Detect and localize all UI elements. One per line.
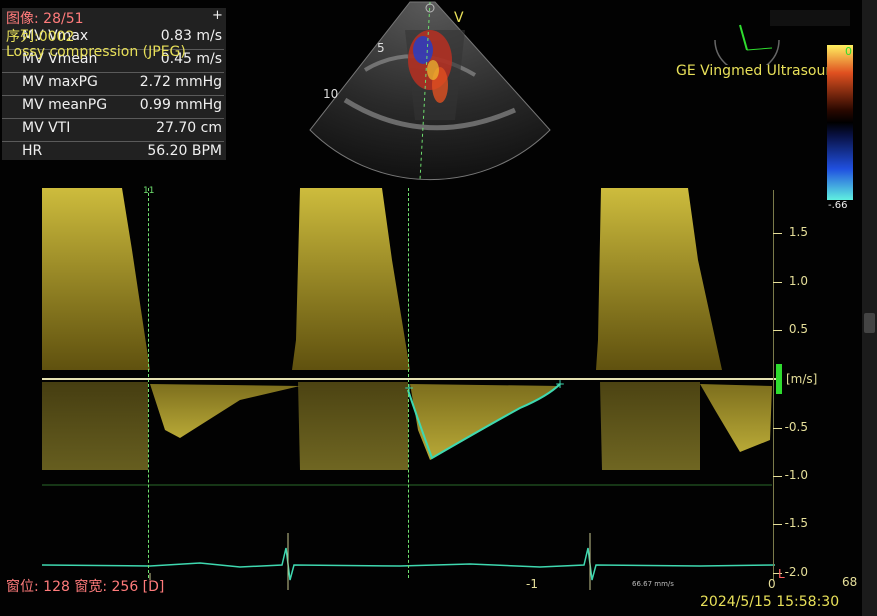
color-doppler-sector: 5 10 [309, 1, 551, 181]
zero-baseline [42, 378, 777, 380]
velocity-colorbar [827, 45, 853, 200]
frame-rate: 68 [842, 575, 858, 589]
measurement-name: MV maxPG [22, 74, 98, 90]
window-level-label: 窗位: 128 窗宽: 256 [D] [6, 579, 165, 595]
time-tick: -1 [526, 577, 538, 591]
row-divider [2, 72, 224, 73]
measurement-value: 0.99 mmHg [139, 97, 222, 113]
image-index-label: 图像: 28/51 [6, 11, 84, 27]
time-zero: 0 [768, 577, 776, 591]
measurement-value: 0.83 m/s [160, 28, 222, 44]
ultrasound-viewer: MV Vmax 0.83 m/s MV Vmean 0.45 m/s MV maxPG 2… [0, 0, 877, 616]
svg-text:+: + [404, 381, 414, 395]
measurement-name: MV VTI [22, 120, 71, 136]
compression-label: Lossy compression (JPEG) [6, 44, 186, 60]
vendor-label: GE Vingmed Ultrasound [676, 63, 844, 79]
colorbar-top-label: 0 [845, 45, 852, 58]
baseline-marker[interactable] [776, 364, 782, 394]
lv-marker: L [778, 567, 785, 581]
measurement-value: 56.20 BPM [147, 143, 222, 159]
measurement-name: HR [22, 143, 43, 159]
blurred-label [770, 10, 850, 26]
colorbar-bottom-label: -.66 [828, 200, 848, 211]
row-divider [2, 95, 224, 96]
mode-marker: V [454, 10, 464, 26]
caliper-line[interactable] [408, 188, 409, 578]
scale-label: -1.0 [784, 468, 808, 482]
measurement-value: 27.70 cm [156, 120, 222, 136]
row-divider [2, 141, 224, 142]
measurement-row: MV meanPG 0.99 mmHg [2, 97, 224, 119]
doppler-spectrum: + + [41, 188, 776, 590]
scale-label: 0.5 [788, 322, 808, 336]
scale-label: 1.0 [788, 274, 808, 288]
scrollbar-thumb[interactable] [864, 313, 875, 333]
depth-mark: 5 [377, 41, 385, 55]
measurement-row: HR 56.20 BPM [22, 143, 222, 165]
measurement-row: MV maxPG 2.72 mmHg [2, 74, 224, 96]
depth-mark: 10 [323, 87, 338, 101]
scrollbar-track[interactable] [862, 0, 877, 616]
plus-icon[interactable]: + [212, 8, 223, 23]
timestamp: 2024/5/15 15:58:30 [700, 594, 840, 610]
probe-orientation-icon [714, 24, 780, 65]
measurement-row: MV VTI 27.70 cm [2, 120, 224, 142]
scale-label: 1.5 [788, 225, 808, 239]
measurement-name: MV meanPG [22, 97, 108, 113]
velocity-unit: [m/s] [786, 372, 818, 386]
scale-label: -1.5 [784, 516, 808, 530]
scale-label: -0.5 [784, 420, 808, 434]
sweep-speed: 66.67 mm/s [632, 580, 674, 588]
measurement-value: 2.72 mmHg [139, 74, 222, 90]
caliper-marker: 11 [143, 186, 155, 196]
series-label: 序列:0002 [6, 29, 75, 45]
caliper-line[interactable] [148, 188, 149, 578]
row-divider [2, 118, 224, 119]
